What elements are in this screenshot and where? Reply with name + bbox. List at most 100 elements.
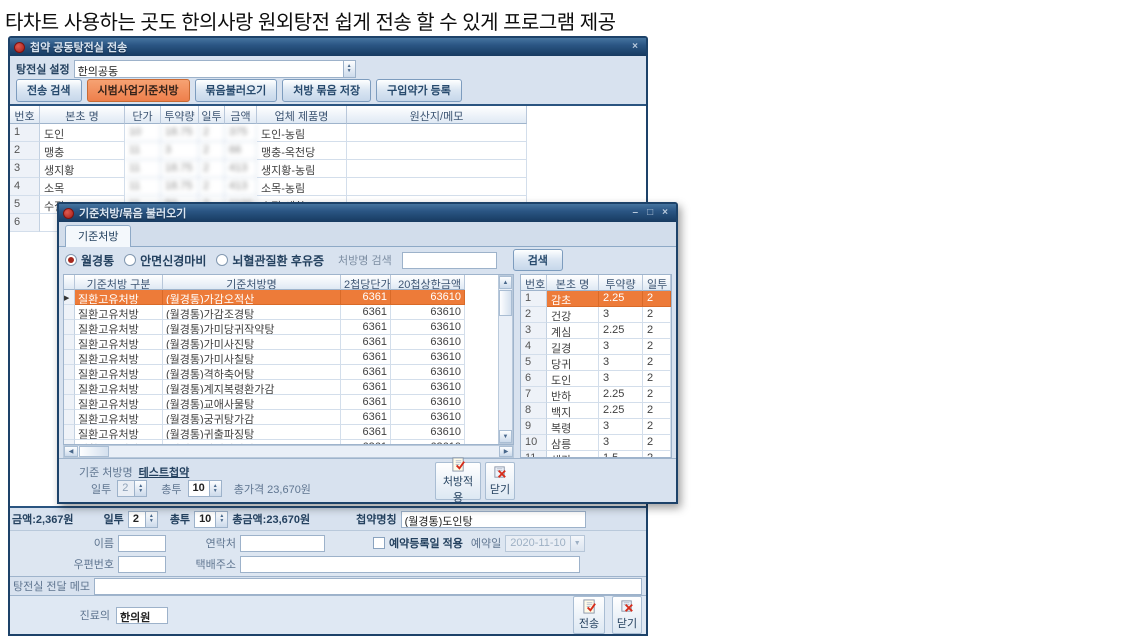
rx-herb-row[interactable]: 9복령32 bbox=[521, 419, 671, 435]
total-price-text: 총가격 23,670원 bbox=[234, 481, 311, 497]
maximize-icon[interactable]: □ bbox=[645, 208, 655, 218]
search-button[interactable]: 검색 bbox=[513, 249, 563, 271]
standard-rx-row[interactable]: 질환고유처방(월경통)가감조경탕636163610 bbox=[64, 305, 498, 320]
daily-dose-stepper[interactable]: 2 ▲▼ bbox=[117, 480, 147, 497]
spinner-icon[interactable]: ▲▼ bbox=[134, 481, 146, 496]
pilot-standard-rx-button[interactable]: 시범사업기준처방 bbox=[87, 79, 190, 102]
phone-input[interactable] bbox=[240, 535, 325, 552]
rx-herb-row[interactable]: 7반하2.252 bbox=[521, 387, 671, 403]
reserve-date-label: 예약일 bbox=[471, 535, 501, 551]
scroll-up-icon[interactable]: ▲ bbox=[499, 276, 512, 289]
herb-table-header: 번호 본초 명 단가 투약량 일투 금액 업체 제품명 원산지/메모 bbox=[10, 106, 646, 124]
spinner-icon[interactable]: ▲▼ bbox=[145, 512, 157, 527]
spinner-icon[interactable]: ▲▼ bbox=[343, 61, 355, 77]
total-packs-stepper[interactable]: 10 ▲▼ bbox=[188, 480, 222, 497]
standard-rx-name-link[interactable]: 테스트첩약 bbox=[139, 464, 190, 480]
scroll-down-icon[interactable]: ▼ bbox=[499, 430, 512, 443]
standard-rx-row[interactable]: 질환고유처방(월경통)격하축어탕636163610 bbox=[64, 365, 498, 380]
standard-rx-row[interactable]: 질환고유처방(월경통)가감오적산636163610 bbox=[64, 290, 498, 305]
spinner-icon[interactable]: ▲▼ bbox=[209, 481, 221, 496]
page-heading: 타차트 사용하는 곳도 한의사랑 원외탕전 쉽게 전송 할 수 있게 프로그램 … bbox=[5, 6, 616, 35]
calendar-dropdown-icon[interactable]: ▼ bbox=[570, 536, 584, 551]
apply-note-icon bbox=[451, 457, 466, 472]
standard-rx-row[interactable]: 질환고유처방(월경통)교애사물탕636163610 bbox=[64, 395, 498, 410]
pharmacy-setting-value: 한의공동 bbox=[75, 61, 343, 77]
rx-herb-row[interactable]: 8백지2.252 bbox=[521, 403, 671, 419]
standard-rx-row[interactable]: 질환고유처방(월경통)귀출파징탕636163610 bbox=[64, 425, 498, 440]
standard-rx-row[interactable]: 질환고유처방(월경통)가미당귀작약탕636163610 bbox=[64, 320, 498, 335]
rx-herb-row[interactable]: 6도인32 bbox=[521, 371, 671, 387]
rx-herb-row[interactable]: 1감초2.252 bbox=[521, 291, 671, 307]
zip-label: 우편번호 bbox=[14, 556, 114, 572]
scrollbar-thumb[interactable] bbox=[499, 290, 512, 316]
total-packs-label: 총투 bbox=[161, 481, 181, 497]
scroll-right-icon[interactable]: ▶ bbox=[499, 446, 513, 457]
rx-herb-row[interactable]: 2건강32 bbox=[521, 307, 671, 323]
total-amount-text: 총금액:23,670원 bbox=[232, 511, 310, 527]
main-titlebar: 첩약 공동탕전실 전송 × bbox=[10, 38, 646, 56]
horizontal-scrollbar[interactable]: ◀ ▶ bbox=[63, 445, 514, 458]
herb-row[interactable]: 4소목1118.752413소목-농림 bbox=[10, 178, 646, 196]
vertical-scrollbar[interactable]: ▲ ▼ bbox=[498, 275, 513, 444]
tab-standard-rx[interactable]: 기준처방 bbox=[65, 225, 131, 247]
zip-input[interactable] bbox=[118, 556, 166, 573]
radio-facial-palsy[interactable]: 안면신경마비 bbox=[124, 252, 206, 269]
rx-title-input[interactable]: (월경통)도인탕 bbox=[401, 511, 586, 528]
reserve-date-checkbox[interactable] bbox=[373, 537, 385, 549]
minimize-icon[interactable]: – bbox=[631, 208, 641, 218]
rx-herb-row[interactable]: 5당귀32 bbox=[521, 355, 671, 371]
app-logo-icon bbox=[63, 208, 74, 219]
herb-row[interactable]: 2맹충113266맹충-옥천당 bbox=[10, 142, 646, 160]
standard-rx-row[interactable]: 질환고유처방(월경통)계지복령환가감636163610 bbox=[64, 380, 498, 395]
total-packs-stepper[interactable]: 10 ▲▼ bbox=[194, 511, 228, 528]
daily-dose-label: 일투 bbox=[104, 511, 124, 527]
popup-footer: 기준 처방명 테스트첩약 일투 2 ▲▼ 총투 10 ▲▼ 총가격 23,670… bbox=[59, 458, 676, 502]
rx-herb-row[interactable]: 4길경32 bbox=[521, 339, 671, 355]
app-logo-icon bbox=[14, 42, 25, 53]
close-button[interactable]: 닫기 bbox=[485, 462, 515, 500]
standard-rx-row[interactable]: 질환고유처방(월경통)당귀작약산636163610 bbox=[64, 440, 498, 444]
standard-rx-row[interactable]: 질환고유처방(월경통)가미사진탕636163610 bbox=[64, 335, 498, 350]
rx-herb-row[interactable]: 10삼릉32 bbox=[521, 435, 671, 451]
herb-row[interactable]: 1도인1018.752375도인-농림 bbox=[10, 124, 646, 142]
send-search-button[interactable]: 전송 검색 bbox=[16, 79, 82, 102]
standard-rx-row[interactable]: 질환고유처방(월경통)궁귀탕가감636163610 bbox=[64, 410, 498, 425]
radio-menstrual-pain[interactable]: 월경통 bbox=[65, 252, 114, 269]
total-packs-label: 총투 bbox=[170, 511, 190, 527]
close-button[interactable]: 닫기 bbox=[612, 596, 642, 634]
rx-search-input[interactable] bbox=[402, 252, 497, 269]
radio-icon bbox=[216, 254, 228, 266]
close-icon[interactable]: × bbox=[660, 208, 670, 218]
save-rx-bundle-button[interactable]: 처방 묶음 저장 bbox=[282, 79, 371, 102]
pharmacy-setting-select[interactable]: 한의공동 ▲▼ bbox=[74, 60, 356, 78]
radio-icon bbox=[124, 254, 136, 266]
register-drug-price-button[interactable]: 구입약가 등록 bbox=[376, 79, 462, 102]
close-x-icon bbox=[493, 465, 508, 480]
rx-herb-row[interactable]: 11생강1.52 bbox=[521, 451, 671, 458]
load-bundle-button[interactable]: 묶음불러오기 bbox=[195, 79, 278, 102]
standard-rx-name-label: 기준 처방명 bbox=[79, 464, 133, 480]
herb-row[interactable]: 3생지황1118.752413생지황-농림 bbox=[10, 160, 646, 178]
reserve-date-picker[interactable]: 2020-11-10 ▼ bbox=[505, 535, 584, 552]
close-icon[interactable]: × bbox=[630, 42, 640, 52]
memo-bar: 탕전실 전달 메모 bbox=[10, 576, 646, 595]
address-label: 택배주소 bbox=[184, 556, 236, 572]
scroll-left-icon[interactable]: ◀ bbox=[64, 446, 78, 457]
rx-search-label: 처방명 검색 bbox=[338, 252, 392, 268]
doctor-input[interactable]: 한의원 bbox=[116, 607, 168, 624]
main-window-title: 첩약 공동탕전실 전송 bbox=[30, 39, 625, 55]
memo-input[interactable] bbox=[94, 578, 642, 595]
send-button[interactable]: 전송 bbox=[573, 596, 605, 634]
name-input[interactable] bbox=[118, 535, 166, 552]
apply-rx-button[interactable]: 처방적용 bbox=[435, 462, 481, 500]
radio-stroke-sequelae[interactable]: 뇌혈관질환 후유증 bbox=[216, 252, 324, 269]
name-label: 이름 bbox=[14, 535, 114, 551]
rx-herb-row[interactable]: 3계심2.252 bbox=[521, 323, 671, 339]
spinner-icon[interactable]: ▲▼ bbox=[215, 512, 227, 527]
scrollbar-thumb[interactable] bbox=[79, 446, 109, 457]
standard-rx-row[interactable]: 질환고유처방(월경통)가미사칠탕636163610 bbox=[64, 350, 498, 365]
address-input[interactable] bbox=[240, 556, 580, 573]
daily-dose-stepper[interactable]: 2 ▲▼ bbox=[128, 511, 158, 528]
amount-text: 금액:2,367원 bbox=[12, 511, 74, 527]
main-footer: 진료의 한의원 전송 닫기 bbox=[10, 595, 646, 634]
